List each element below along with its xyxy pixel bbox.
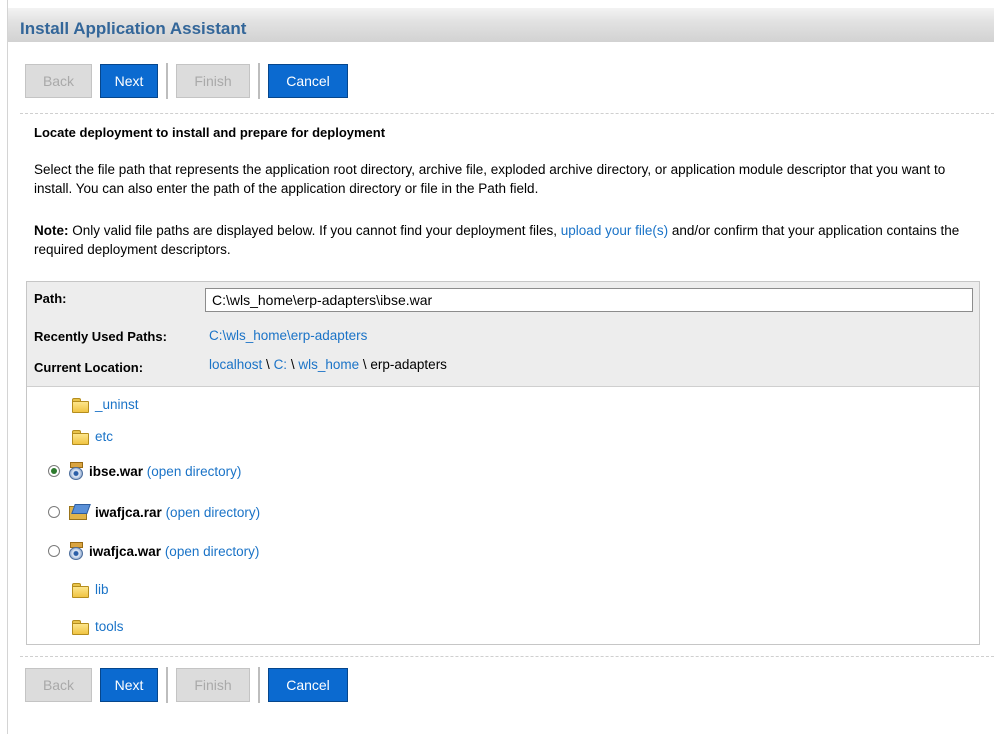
- breadcrumb-separator: \: [262, 357, 274, 372]
- archive-icon: [69, 542, 83, 560]
- current-location-label: Current Location:: [34, 360, 144, 375]
- page-title: Install Application Assistant: [20, 19, 247, 38]
- note-text-before: Only valid file paths are displayed belo…: [68, 223, 561, 238]
- left-border: [7, 0, 8, 734]
- folder-link[interactable]: tools: [95, 619, 124, 634]
- button-separator: [166, 667, 168, 703]
- note-label: Note:: [34, 223, 69, 238]
- back-button[interactable]: Back: [25, 64, 92, 98]
- breadcrumb-separator: \: [359, 357, 371, 372]
- list-item: ibse.war (open directory): [48, 462, 241, 480]
- title-bar: Install Application Assistant: [8, 8, 994, 42]
- list-item: iwafjca.war (open directory): [48, 542, 259, 560]
- cancel-button[interactable]: Cancel: [268, 668, 348, 702]
- top-button-bar: Back Next Finish Cancel: [25, 62, 356, 100]
- button-separator: [166, 63, 168, 99]
- list-item: _uninst: [72, 397, 139, 413]
- file-name: ibse.war: [89, 463, 144, 479]
- list-item: iwafjca.rar (open directory): [48, 504, 260, 520]
- cancel-button[interactable]: Cancel: [268, 64, 348, 98]
- breadcrumb-drive[interactable]: C:: [274, 357, 291, 372]
- note-text: Note: Only valid file paths are displaye…: [34, 221, 974, 259]
- list-item: etc: [72, 429, 113, 445]
- finish-button[interactable]: Finish: [176, 64, 250, 98]
- back-button[interactable]: Back: [25, 668, 92, 702]
- path-header: Path: Recently Used Paths: C:\wls_home\e…: [27, 282, 979, 387]
- folder-icon: [72, 619, 89, 635]
- next-button[interactable]: Next: [100, 668, 158, 702]
- path-input[interactable]: [205, 288, 973, 312]
- recent-paths-label: Recently Used Paths:: [34, 329, 167, 344]
- folder-link[interactable]: lib: [95, 582, 109, 597]
- list-item: tools: [72, 619, 124, 635]
- select-radio[interactable]: [48, 465, 60, 477]
- folder-icon: [72, 397, 89, 413]
- file-browser-panel: Path: Recently Used Paths: C:\wls_home\e…: [26, 281, 980, 645]
- list-item: lib: [72, 582, 109, 598]
- select-radio[interactable]: [48, 506, 60, 518]
- select-radio[interactable]: [48, 545, 60, 557]
- open-folder-icon: [69, 504, 89, 520]
- open-directory-link[interactable]: (open directory): [165, 544, 260, 559]
- breadcrumb: localhost \ C: \ wls_home \ erp-adapters: [209, 357, 447, 372]
- archive-icon: [69, 462, 83, 480]
- next-button[interactable]: Next: [100, 64, 158, 98]
- button-separator: [258, 667, 260, 703]
- finish-button[interactable]: Finish: [176, 668, 250, 702]
- bottom-button-bar: Back Next Finish Cancel: [25, 666, 356, 704]
- section-heading: Locate deployment to install and prepare…: [34, 125, 386, 140]
- breadcrumb-localhost[interactable]: localhost: [209, 357, 262, 372]
- recent-path-link[interactable]: C:\wls_home\erp-adapters: [209, 328, 367, 343]
- folder-link[interactable]: etc: [95, 429, 113, 444]
- file-name: iwafjca.rar: [95, 504, 162, 520]
- description-text: Select the file path that represents the…: [34, 162, 946, 196]
- breadcrumb-wls-home[interactable]: wls_home: [298, 357, 359, 372]
- path-label: Path:: [34, 291, 67, 306]
- folder-icon: [72, 429, 89, 445]
- open-directory-link[interactable]: (open directory): [166, 505, 261, 520]
- open-directory-link[interactable]: (open directory): [147, 464, 242, 479]
- divider: [20, 113, 994, 114]
- divider: [20, 656, 994, 657]
- button-separator: [258, 63, 260, 99]
- breadcrumb-current: erp-adapters: [370, 357, 447, 372]
- folder-link[interactable]: _uninst: [95, 397, 139, 412]
- upload-files-link[interactable]: upload your file(s): [561, 223, 668, 238]
- file-name: iwafjca.war: [89, 543, 162, 559]
- folder-icon: [72, 582, 89, 598]
